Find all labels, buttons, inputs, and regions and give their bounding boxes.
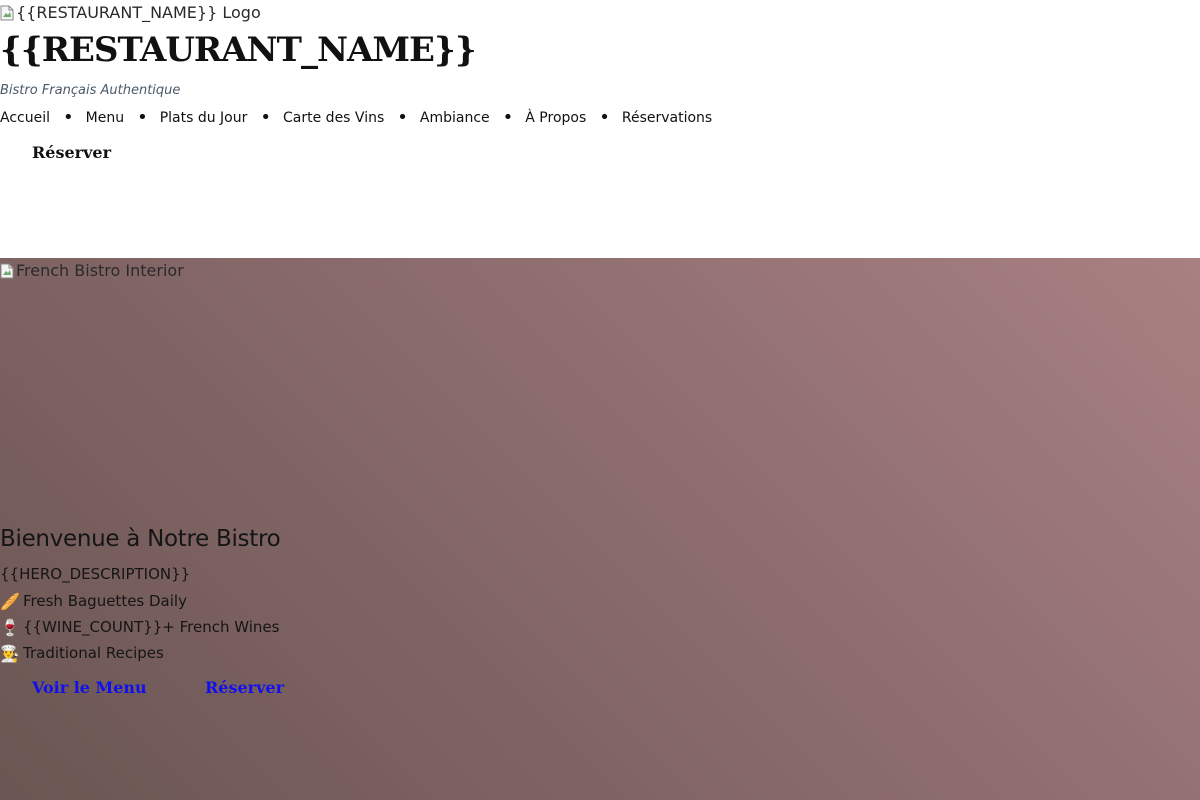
wine-glass-icon: 🍷 [0, 617, 20, 637]
broken-image-icon [0, 5, 14, 21]
broken-image-icon [0, 263, 14, 279]
view-menu-button[interactable]: Voir le Menu [32, 678, 147, 697]
main-nav: Accueil Menu Plats du Jour Carte des Vin… [0, 107, 712, 128]
nav-item-a-propos: À Propos [490, 107, 586, 128]
feature-text: Fresh Baguettes Daily [23, 592, 187, 610]
nav-link-carte-des-vins[interactable]: Carte des Vins [283, 110, 384, 126]
tagline: Bistro Français Authentique [0, 83, 181, 98]
nav-link-a-propos[interactable]: À Propos [525, 110, 586, 126]
nav-link-ambiance[interactable]: Ambiance [420, 110, 490, 126]
chef-icon: 👨‍🍳 [0, 643, 20, 663]
restaurant-logo[interactable]: {{RESTAURANT_NAME}} Logo [0, 5, 261, 21]
logo-alt-text: {{RESTAURANT_NAME}} Logo [16, 3, 261, 22]
nav-item-reservations: Réservations [586, 107, 712, 128]
nav-item-plats-du-jour: Plats du Jour [124, 107, 248, 128]
hero-title: Bienvenue à Notre Bistro [0, 526, 281, 552]
nav-link-reservations[interactable]: Réservations [622, 110, 712, 126]
hero-reserve-button[interactable]: Réserver [205, 678, 284, 697]
hero-features: 🥖 Fresh Baguettes Daily 🍷 {{WINE_COUNT}}… [0, 588, 279, 666]
hero-image: French Bistro Interior [0, 263, 184, 279]
nav-link-plats-du-jour[interactable]: Plats du Jour [160, 110, 248, 126]
baguette-icon: 🥖 [0, 591, 20, 611]
feature-item: 🥖 Fresh Baguettes Daily [0, 588, 279, 614]
feature-item: 👨‍🍳 Traditional Recipes [0, 640, 279, 666]
header-reserve-button[interactable]: Réserver [32, 143, 111, 162]
nav-item-carte-des-vins: Carte des Vins [247, 107, 384, 128]
feature-text: Traditional Recipes [23, 644, 164, 662]
nav-item-accueil: Accueil [0, 110, 50, 126]
nav-link-accueil[interactable]: Accueil [0, 110, 50, 126]
nav-item-ambiance: Ambiance [384, 107, 490, 128]
hero-section: French Bistro Interior Bienvenue à Notre… [0, 258, 1200, 800]
nav-item-menu: Menu [50, 107, 124, 128]
hero-description: {{HERO_DESCRIPTION}} [0, 565, 191, 583]
nav-link-menu[interactable]: Menu [86, 110, 124, 126]
site-title: {{RESTAURANT_NAME}} [0, 30, 477, 70]
feature-text: {{WINE_COUNT}}+ French Wines [23, 618, 280, 636]
feature-item: 🍷 {{WINE_COUNT}}+ French Wines [0, 614, 279, 640]
hero-image-alt-text: French Bistro Interior [16, 261, 184, 280]
